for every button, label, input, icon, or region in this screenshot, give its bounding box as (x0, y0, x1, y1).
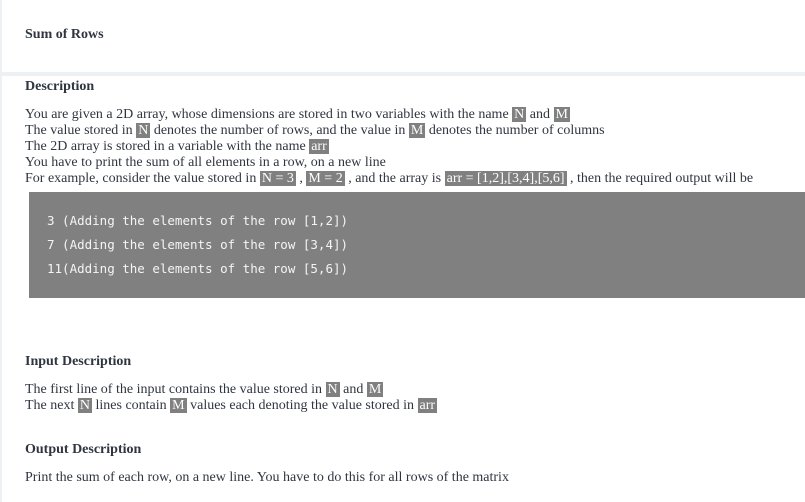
text-segment: , then the required output will be (566, 171, 754, 186)
text-segment: lines contain (92, 398, 171, 413)
text-line: The 2D array is stored in a variable wit… (25, 139, 753, 155)
text-line: You are given a 2D array, whose dimensio… (25, 107, 753, 123)
description-text: You are given a 2D array, whose dimensio… (25, 107, 753, 187)
variable-chip: M = 2 (306, 171, 345, 186)
variable-chip: N (512, 107, 527, 122)
text-line: You have to print the sum of all element… (25, 155, 753, 171)
variable-chip: arr (417, 398, 438, 413)
variable-chip: arr = [1,2],[3,4],[5,6] (444, 171, 567, 186)
variable-chip: M (170, 398, 187, 413)
text-segment: , (295, 171, 307, 186)
text-line: The value stored in N denotes the number… (25, 123, 753, 139)
text-segment: You are given a 2D array, whose dimensio… (25, 107, 513, 122)
page-title: Sum of Rows (25, 27, 104, 42)
variable-chip: arr (309, 139, 329, 154)
variable-chip: N (77, 398, 92, 413)
example-output-block: 3 (Adding the elements of the row [1,2])… (29, 192, 805, 298)
text-segment: The value stored in (25, 123, 137, 138)
text-line: Print the sum of each row, on a new line… (25, 470, 509, 486)
text-segment: The 2D array is stored in a variable wit… (25, 139, 310, 154)
variable-chip: N = 3 (259, 171, 296, 186)
input-description-heading: Input Description (25, 354, 132, 369)
variable-chip: N (136, 123, 151, 138)
text-line: The first line of the input contains the… (25, 382, 437, 398)
output-description-heading: Output Description (25, 442, 142, 457)
variable-chip: N (325, 382, 340, 397)
text-segment: Print the sum of each row, on a new line… (25, 470, 509, 485)
code-line: 11(Adding the elements of the row [5,6]) (47, 261, 349, 276)
text-segment: The next (25, 398, 78, 413)
section-divider (0, 72, 805, 76)
text-segment: denotes the number of rows, and the valu… (150, 123, 409, 138)
output-description-text: Print the sum of each row, on a new line… (25, 470, 509, 486)
input-description-text: The first line of the input contains the… (25, 382, 438, 414)
description-heading: Description (25, 79, 95, 94)
code-line: 7 (Adding the elements of the row [3,4]) (47, 237, 349, 252)
text-segment: and (526, 107, 554, 122)
variable-chip: M (553, 107, 570, 122)
text-segment: The first line of the input contains the… (25, 382, 326, 397)
variable-chip: M (366, 382, 384, 397)
text-line: The next N lines contain M values each d… (25, 398, 438, 414)
text-segment: values each denoting the value stored in (186, 398, 418, 413)
text-segment: and (339, 382, 367, 397)
text-segment: denotes the number of columns (425, 123, 605, 138)
code-line: 3 (Adding the elements of the row [1,2]) (47, 213, 349, 228)
variable-chip: M (408, 123, 426, 138)
text-line: For example, consider the value stored i… (25, 171, 753, 187)
text-segment: For example, consider the value stored i… (25, 171, 260, 186)
text-segment: You have to print the sum of all element… (25, 155, 386, 170)
text-segment: , and the array is (344, 171, 445, 186)
